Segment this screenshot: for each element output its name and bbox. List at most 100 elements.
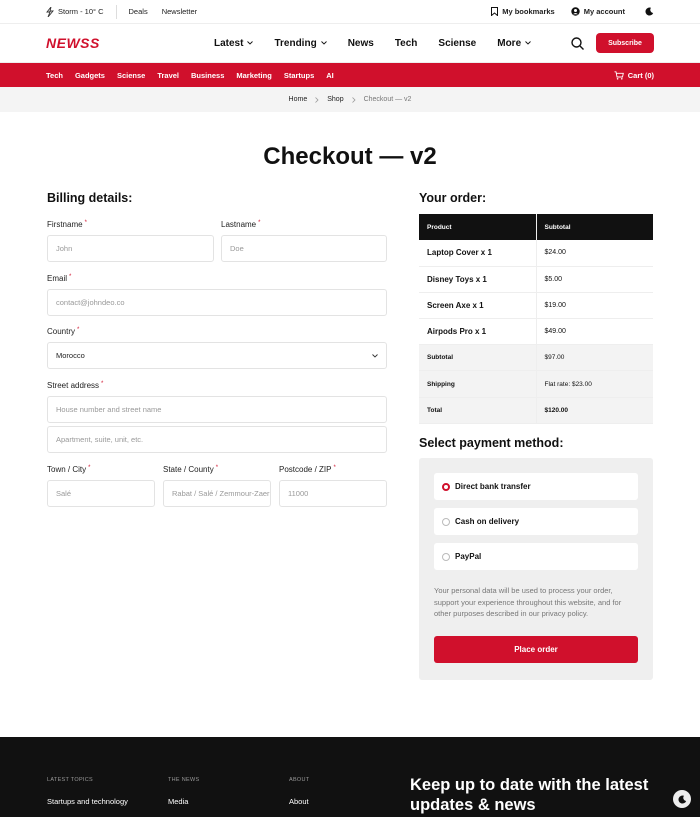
moon-icon xyxy=(677,795,686,804)
nav-tech[interactable]: Tech xyxy=(395,38,418,49)
nav-more[interactable]: More xyxy=(497,38,531,49)
category-ai[interactable]: AI xyxy=(326,71,334,80)
page-title: Checkout — v2 xyxy=(263,143,437,170)
email-label: Email * xyxy=(47,274,72,283)
bookmarks-link[interactable]: My bookmarks xyxy=(491,7,555,16)
city-field[interactable]: Salé xyxy=(47,480,155,507)
total-value: $120.00 xyxy=(536,397,653,424)
product-price: $49.00 xyxy=(536,318,653,346)
category-sciense[interactable]: Sciense xyxy=(117,71,145,80)
category-startups[interactable]: Startups xyxy=(284,71,314,80)
payment-heading: Select payment method: xyxy=(419,436,564,450)
search-icon[interactable] xyxy=(571,36,584,50)
deals-link[interactable]: Deals xyxy=(129,7,148,16)
nav-sciense[interactable]: Sciense xyxy=(438,38,476,49)
payment-option-cod[interactable]: Cash on delivery xyxy=(434,508,638,535)
nav-trending[interactable]: Trending xyxy=(274,37,327,49)
product-price: $24.00 xyxy=(536,240,653,267)
subscribe-button[interactable]: Subscribe xyxy=(596,33,654,53)
category-travel[interactable]: Travel xyxy=(157,71,179,80)
apartment-field[interactable]: Apartment, suite, unit, etc. xyxy=(47,426,387,453)
radio-icon[interactable] xyxy=(442,552,450,561)
firstname-label: Firstname * xyxy=(47,220,87,229)
col-subtotal: Subtotal xyxy=(536,214,653,240)
street-label-text: Street address xyxy=(47,381,100,390)
moon-icon[interactable] xyxy=(645,7,654,16)
category-business[interactable]: Business xyxy=(191,71,224,80)
city-label: Town / City * xyxy=(47,465,91,474)
footer-col-title: ABOUT xyxy=(289,777,310,783)
nav-latest-label: Latest xyxy=(214,37,244,49)
street-placeholder: House number and street name xyxy=(56,405,162,414)
state-field[interactable]: Rabat / Salé / Zemmour-Zaer xyxy=(163,480,271,507)
payment-option-label: Direct bank transfer xyxy=(455,482,531,491)
cart-link[interactable]: Cart (0) xyxy=(614,71,654,80)
street-field[interactable]: House number and street name xyxy=(47,396,387,423)
footer-headline: Keep up to date with the latest updates … xyxy=(410,776,649,814)
firstname-field[interactable]: John xyxy=(47,235,214,262)
zip-placeholder: 11000 xyxy=(288,489,309,498)
category-bar: Tech Gadgets Sciense Travel Business Mar… xyxy=(0,63,700,87)
country-select[interactable]: Morocco xyxy=(47,342,387,369)
firstname-label-text: Firstname xyxy=(47,220,83,229)
lastname-label-text: Lastname xyxy=(221,220,257,229)
shipping-row: Shipping Flat rate: $23.00 xyxy=(419,370,653,398)
site-logo[interactable]: NEWSS xyxy=(46,35,214,51)
place-order-button[interactable]: Place order xyxy=(434,636,638,663)
weather-widget: Storm - 10° C xyxy=(46,4,117,19)
storm-icon xyxy=(46,6,54,17)
order-table: Product Subtotal Laptop Cover x 1 $24.00 … xyxy=(419,214,653,424)
footer-link[interactable]: Startups and technology xyxy=(47,797,128,806)
dark-mode-toggle[interactable] xyxy=(673,790,691,808)
zip-label: Postcode / ZIP * xyxy=(279,465,336,474)
payment-option-label: Cash on delivery xyxy=(455,517,520,526)
lastname-label: Lastname * xyxy=(221,220,261,229)
firstname-placeholder: John xyxy=(56,244,73,253)
zip-field[interactable]: 11000 xyxy=(279,480,387,507)
nav-news[interactable]: News xyxy=(348,38,374,49)
product-name: Disney Toys x 1 xyxy=(419,266,537,293)
category-marketing[interactable]: Marketing xyxy=(236,71,271,80)
product-name: Airpods Pro x 1 xyxy=(419,318,537,346)
lastname-field[interactable]: Doe xyxy=(221,235,387,262)
nav-more-label: More xyxy=(497,37,522,49)
radio-icon[interactable] xyxy=(442,517,450,526)
state-label-text: State / County xyxy=(163,465,214,474)
breadcrumb-home[interactable]: Home xyxy=(289,96,308,103)
order-table-header: Product Subtotal xyxy=(419,214,653,240)
account-link[interactable]: My account xyxy=(571,7,625,16)
payment-option-paypal[interactable]: PayPal xyxy=(434,543,638,570)
category-gadgets[interactable]: Gadgets xyxy=(75,71,105,80)
nav-latest[interactable]: Latest xyxy=(214,37,254,49)
nav-trending-label: Trending xyxy=(274,37,317,49)
newsletter-link[interactable]: Newsletter xyxy=(162,7,197,16)
table-row: Disney Toys x 1 $5.00 xyxy=(419,266,653,293)
breadcrumb-current: Checkout — v2 xyxy=(363,96,412,103)
shipping-label: Shipping xyxy=(419,370,537,398)
chevron-down-icon xyxy=(247,41,254,45)
footer-link[interactable]: Media xyxy=(168,797,188,806)
shipping-value: Flat rate: $23.00 xyxy=(536,370,653,398)
bookmark-icon xyxy=(491,7,499,16)
checkout-content: Billing details: Firstname * John Lastnam… xyxy=(0,173,700,733)
privacy-note: Your personal data will be used to proce… xyxy=(434,586,622,619)
order-section: Your order: Product Subtotal Laptop Cove… xyxy=(419,191,653,680)
email-field[interactable]: contact@johndeo.co xyxy=(47,289,387,316)
lastname-placeholder: Doe xyxy=(230,244,244,253)
table-row: Laptop Cover x 1 $24.00 xyxy=(419,240,653,267)
footer-link[interactable]: About xyxy=(289,797,309,806)
product-price: $5.00 xyxy=(536,266,653,293)
city-placeholder: Salé xyxy=(56,489,72,498)
payment-option-label: PayPal xyxy=(455,552,482,561)
street-label: Street address * xyxy=(47,381,104,390)
payment-option-bank[interactable]: Direct bank transfer xyxy=(434,473,638,500)
breadcrumb-shop[interactable]: Shop xyxy=(327,96,343,103)
account-label: My account xyxy=(583,7,625,16)
product-name: Laptop Cover x 1 xyxy=(419,240,537,267)
apartment-placeholder: Apartment, suite, unit, etc. xyxy=(56,435,144,444)
chevron-down-icon xyxy=(320,41,327,45)
billing-heading: Billing details: xyxy=(47,191,133,205)
category-tech[interactable]: Tech xyxy=(46,71,63,80)
subtotal-value: $97.00 xyxy=(536,344,653,372)
radio-selected-icon[interactable] xyxy=(442,482,450,491)
